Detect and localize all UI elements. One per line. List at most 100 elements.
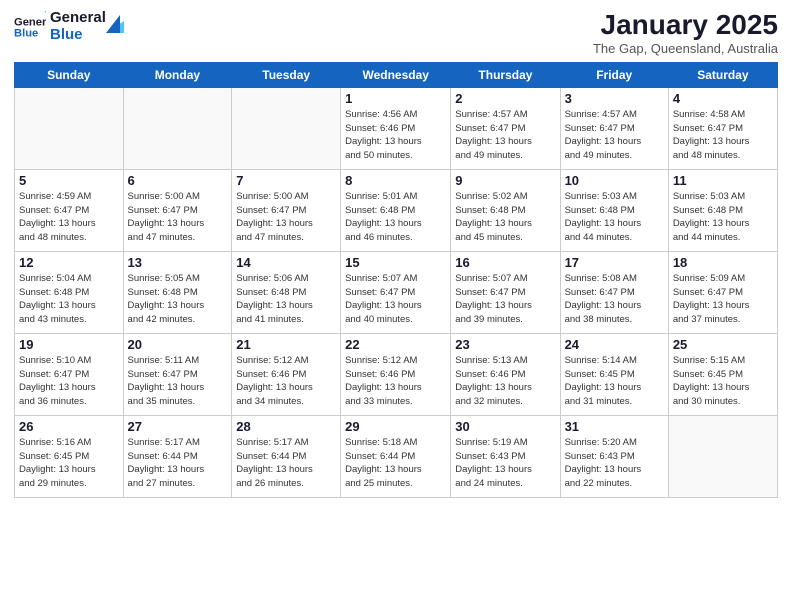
table-row: 5 Sunrise: 4:59 AMSunset: 6:47 PMDaylight…	[15, 169, 124, 251]
day-number: 18	[673, 255, 773, 270]
logo-triangle-icon	[106, 11, 124, 33]
table-row: 25 Sunrise: 5:15 AMSunset: 6:45 PMDayligh…	[668, 333, 777, 415]
day-number: 21	[236, 337, 336, 352]
table-row: 18 Sunrise: 5:09 AMSunset: 6:47 PMDayligh…	[668, 251, 777, 333]
table-row: 29Sunrise: 5:18 AMSunset: 6:44 PMDayligh…	[341, 415, 451, 497]
logo: General Blue General Blue	[14, 10, 124, 43]
calendar-week-row: 26Sunrise: 5:16 AMSunset: 6:45 PMDayligh…	[15, 415, 778, 497]
month-title: January 2025	[593, 10, 778, 41]
table-row: 14 Sunrise: 5:06 AMSunset: 6:48 PMDayligh…	[232, 251, 341, 333]
day-info: Sunrise: 4:59 AMSunset: 6:47 PMDaylight:…	[19, 190, 119, 245]
calendar-week-row: 12 Sunrise: 5:04 AMSunset: 6:48 PMDayligh…	[15, 251, 778, 333]
day-info: Sunrise: 5:20 AMSunset: 6:43 PMDaylight:…	[565, 436, 664, 491]
day-number: 12	[19, 255, 119, 270]
table-row: 15 Sunrise: 5:07 AMSunset: 6:47 PMDayligh…	[341, 251, 451, 333]
day-info: Sunrise: 5:19 AMSunset: 6:43 PMDaylight:…	[455, 436, 555, 491]
col-thursday: Thursday	[451, 62, 560, 87]
table-row: 4Sunrise: 4:58 AMSunset: 6:47 PMDaylight…	[668, 87, 777, 169]
table-row: 20 Sunrise: 5:11 AMSunset: 6:47 PMDayligh…	[123, 333, 232, 415]
table-row: 31 Sunrise: 5:20 AMSunset: 6:43 PMDayligh…	[560, 415, 668, 497]
table-row: 6 Sunrise: 5:00 AMSunset: 6:47 PMDaylight…	[123, 169, 232, 251]
day-info: Sunrise: 5:00 AMSunset: 6:47 PMDaylight:…	[128, 190, 228, 245]
day-number: 1	[345, 91, 446, 106]
page-container: General Blue General Blue January 2025 T…	[0, 0, 792, 508]
day-number: 27	[128, 419, 228, 434]
day-number: 25	[673, 337, 773, 352]
day-info: Sunrise: 5:01 AMSunset: 6:48 PMDaylight:…	[345, 190, 446, 245]
day-number: 31	[565, 419, 664, 434]
header: General Blue General Blue January 2025 T…	[14, 10, 778, 56]
location-subtitle: The Gap, Queensland, Australia	[593, 41, 778, 56]
day-number: 28	[236, 419, 336, 434]
day-info: Sunrise: 4:57 AMSunset: 6:47 PMDaylight:…	[455, 108, 555, 163]
calendar-week-row: 19 Sunrise: 5:10 AMSunset: 6:47 PMDayligh…	[15, 333, 778, 415]
day-number: 11	[673, 173, 773, 188]
day-number: 26	[19, 419, 119, 434]
table-row: 3 Sunrise: 4:57 AMSunset: 6:47 PMDaylight…	[560, 87, 668, 169]
day-number: 20	[128, 337, 228, 352]
day-number: 22	[345, 337, 446, 352]
table-row	[668, 415, 777, 497]
table-row: 17Sunrise: 5:08 AMSunset: 6:47 PMDayligh…	[560, 251, 668, 333]
day-number: 19	[19, 337, 119, 352]
table-row: 27 Sunrise: 5:17 AMSunset: 6:44 PMDayligh…	[123, 415, 232, 497]
day-number: 15	[345, 255, 446, 270]
logo-line1: General	[50, 10, 106, 27]
table-row: 26Sunrise: 5:16 AMSunset: 6:45 PMDayligh…	[15, 415, 124, 497]
day-number: 7	[236, 173, 336, 188]
table-row: 11 Sunrise: 5:03 AMSunset: 6:48 PMDayligh…	[668, 169, 777, 251]
day-info: Sunrise: 5:08 AMSunset: 6:47 PMDaylight:…	[565, 272, 664, 327]
table-row	[123, 87, 232, 169]
day-number: 9	[455, 173, 555, 188]
table-row	[232, 87, 341, 169]
day-info: Sunrise: 5:14 AMSunset: 6:45 PMDaylight:…	[565, 354, 664, 409]
day-info: Sunrise: 5:13 AMSunset: 6:46 PMDaylight:…	[455, 354, 555, 409]
day-number: 3	[565, 91, 664, 106]
day-info: Sunrise: 5:11 AMSunset: 6:47 PMDaylight:…	[128, 354, 228, 409]
col-friday: Friday	[560, 62, 668, 87]
day-number: 2	[455, 91, 555, 106]
table-row: 22 Sunrise: 5:12 AMSunset: 6:46 PMDayligh…	[341, 333, 451, 415]
day-info: Sunrise: 5:06 AMSunset: 6:48 PMDaylight:…	[236, 272, 336, 327]
table-row: 13 Sunrise: 5:05 AMSunset: 6:48 PMDayligh…	[123, 251, 232, 333]
col-monday: Monday	[123, 62, 232, 87]
col-wednesday: Wednesday	[341, 62, 451, 87]
table-row: 23Sunrise: 5:13 AMSunset: 6:46 PMDayligh…	[451, 333, 560, 415]
day-info: Sunrise: 5:05 AMSunset: 6:48 PMDaylight:…	[128, 272, 228, 327]
table-row: 1Sunrise: 4:56 AMSunset: 6:46 PMDaylight…	[341, 87, 451, 169]
table-row: 7 Sunrise: 5:00 AMSunset: 6:47 PMDaylight…	[232, 169, 341, 251]
day-info: Sunrise: 5:07 AMSunset: 6:47 PMDaylight:…	[455, 272, 555, 327]
day-number: 6	[128, 173, 228, 188]
table-row: 21 Sunrise: 5:12 AMSunset: 6:46 PMDayligh…	[232, 333, 341, 415]
table-row: 24 Sunrise: 5:14 AMSunset: 6:45 PMDayligh…	[560, 333, 668, 415]
day-number: 5	[19, 173, 119, 188]
table-row: 2 Sunrise: 4:57 AMSunset: 6:47 PMDaylight…	[451, 87, 560, 169]
day-info: Sunrise: 5:09 AMSunset: 6:47 PMDaylight:…	[673, 272, 773, 327]
day-info: Sunrise: 5:00 AMSunset: 6:47 PMDaylight:…	[236, 190, 336, 245]
day-number: 13	[128, 255, 228, 270]
day-number: 8	[345, 173, 446, 188]
day-info: Sunrise: 5:02 AMSunset: 6:48 PMDaylight:…	[455, 190, 555, 245]
day-info: Sunrise: 5:15 AMSunset: 6:45 PMDaylight:…	[673, 354, 773, 409]
day-number: 10	[565, 173, 664, 188]
day-info: Sunrise: 5:03 AMSunset: 6:48 PMDaylight:…	[673, 190, 773, 245]
table-row: 30Sunrise: 5:19 AMSunset: 6:43 PMDayligh…	[451, 415, 560, 497]
day-info: Sunrise: 5:03 AMSunset: 6:48 PMDaylight:…	[565, 190, 664, 245]
day-info: Sunrise: 4:57 AMSunset: 6:47 PMDaylight:…	[565, 108, 664, 163]
day-number: 24	[565, 337, 664, 352]
title-block: January 2025 The Gap, Queensland, Austra…	[593, 10, 778, 56]
day-info: Sunrise: 5:10 AMSunset: 6:47 PMDaylight:…	[19, 354, 119, 409]
day-info: Sunrise: 5:07 AMSunset: 6:47 PMDaylight:…	[345, 272, 446, 327]
table-row: 19 Sunrise: 5:10 AMSunset: 6:47 PMDayligh…	[15, 333, 124, 415]
day-info: Sunrise: 5:04 AMSunset: 6:48 PMDaylight:…	[19, 272, 119, 327]
day-number: 4	[673, 91, 773, 106]
table-row: 28Sunrise: 5:17 AMSunset: 6:44 PMDayligh…	[232, 415, 341, 497]
table-row: 8 Sunrise: 5:01 AMSunset: 6:48 PMDaylight…	[341, 169, 451, 251]
day-info: Sunrise: 5:18 AMSunset: 6:44 PMDaylight:…	[345, 436, 446, 491]
calendar-week-row: 1Sunrise: 4:56 AMSunset: 6:46 PMDaylight…	[15, 87, 778, 169]
calendar-table: Sunday Monday Tuesday Wednesday Thursday…	[14, 62, 778, 498]
day-info: Sunrise: 5:17 AMSunset: 6:44 PMDaylight:…	[128, 436, 228, 491]
day-info: Sunrise: 5:12 AMSunset: 6:46 PMDaylight:…	[236, 354, 336, 409]
day-info: Sunrise: 5:12 AMSunset: 6:46 PMDaylight:…	[345, 354, 446, 409]
day-number: 14	[236, 255, 336, 270]
